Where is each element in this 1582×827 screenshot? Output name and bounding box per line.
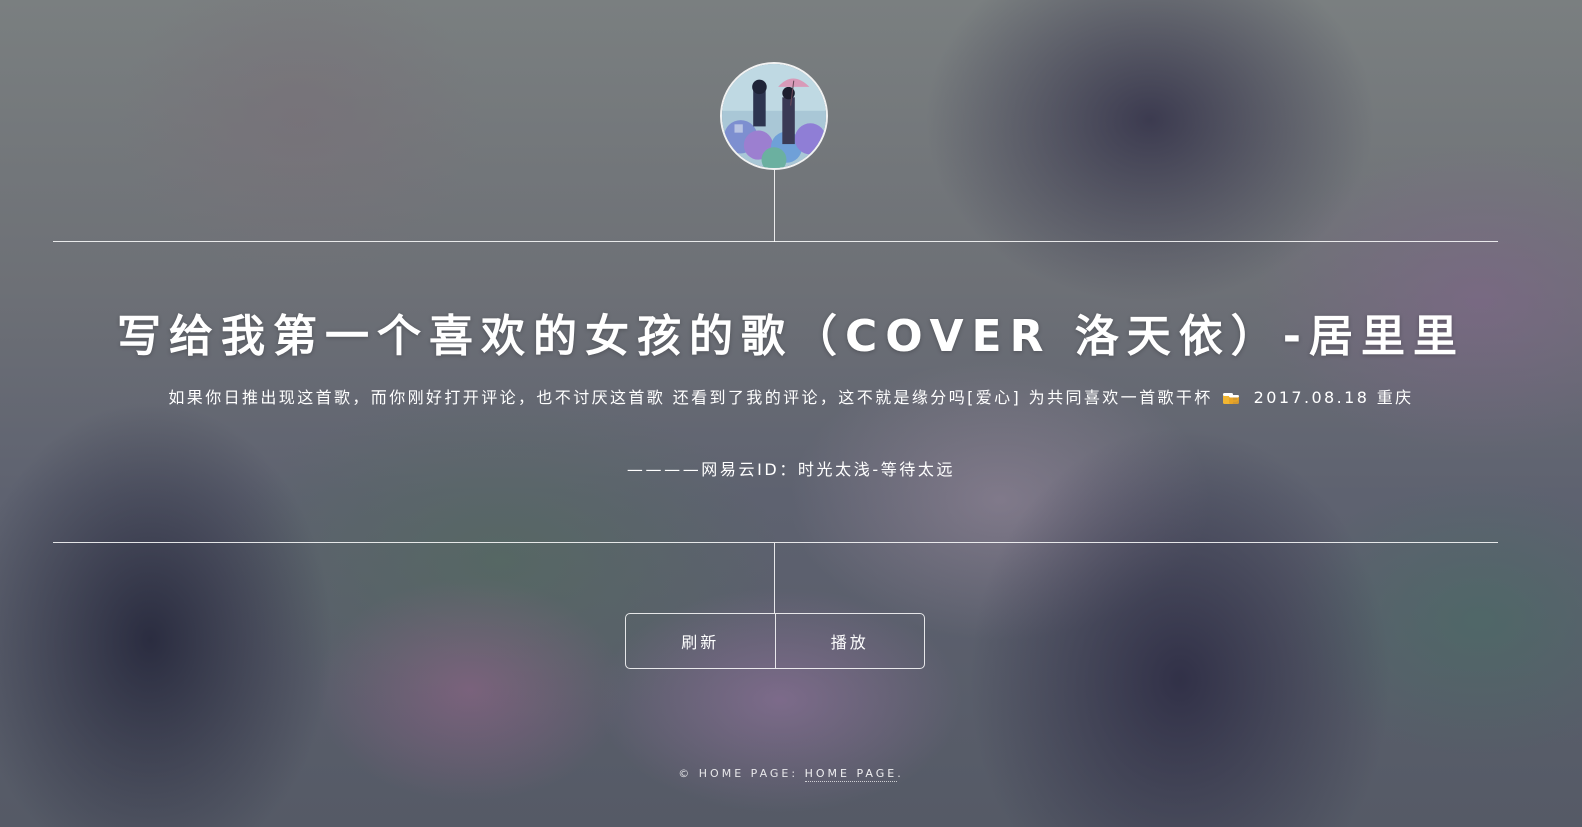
refresh-button[interactable]: 刷新 bbox=[626, 614, 775, 668]
home-page-link[interactable]: HOME PAGE bbox=[804, 767, 898, 782]
footer-suffix: . bbox=[897, 767, 904, 780]
footer: © HOME PAGE: HOME PAGE. bbox=[0, 767, 1582, 782]
comment-date: 2017.08.18 重庆 bbox=[1253, 388, 1414, 407]
connector-line-bottom bbox=[774, 543, 775, 613]
action-button-group: 刷新 播放 bbox=[625, 613, 925, 669]
beer-icon bbox=[1223, 393, 1240, 404]
play-button[interactable]: 播放 bbox=[774, 614, 925, 668]
divider-bottom bbox=[53, 542, 1498, 543]
footer-copyright: © HOME PAGE: bbox=[678, 767, 799, 780]
avatar-artwork bbox=[722, 64, 826, 168]
comment-signature: ————网易云ID：时光太浅-等待太远 bbox=[626, 460, 956, 479]
song-comment: 如果你日推出现这首歌，而你刚好打开评论，也不讨厌这首歌 还看到了我的评论，这不就… bbox=[0, 384, 1582, 408]
page-background: 写给我第一个喜欢的女孩的歌（COVER 洛天依）-居里里 如果你日推出现这首歌，… bbox=[0, 0, 1582, 827]
song-title: 写给我第一个喜欢的女孩的歌（COVER 洛天依）-居里里 bbox=[116, 311, 1466, 362]
avatar bbox=[720, 62, 828, 170]
comment-text: 如果你日推出现这首歌，而你刚好打开评论，也不讨厌这首歌 还看到了我的评论，这不就… bbox=[168, 388, 1213, 407]
divider-top bbox=[53, 241, 1498, 242]
connector-line-top bbox=[774, 170, 775, 242]
